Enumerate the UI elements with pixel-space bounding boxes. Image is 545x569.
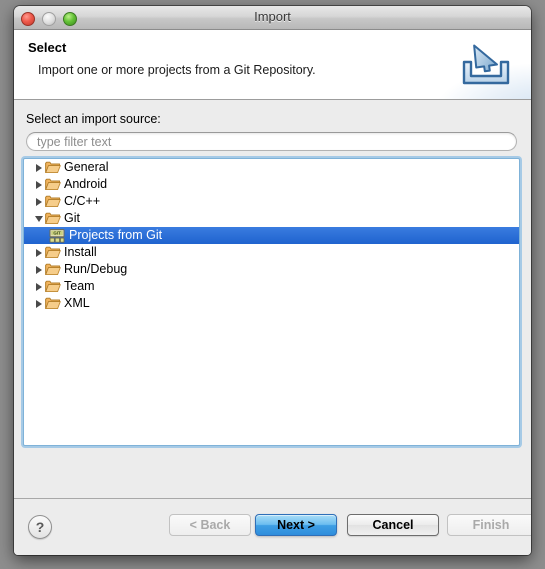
folder-icon [45, 212, 61, 225]
dialog-footer: ? < Back Next > Cancel Finish [14, 498, 531, 555]
chevron-right-icon[interactable] [32, 282, 45, 291]
chevron-right-icon[interactable] [32, 197, 45, 206]
next-button[interactable]: Next > [255, 514, 337, 536]
tree-item[interactable]: XML [24, 295, 519, 312]
tree-item[interactable]: Install [24, 244, 519, 261]
folder-icon [45, 280, 61, 293]
chevron-right-icon[interactable] [32, 180, 45, 189]
tree-item-label: General [64, 160, 109, 174]
window-titlebar: Import [14, 6, 531, 30]
tree-item-label: Git [64, 211, 80, 225]
tree-item-label: Team [64, 279, 95, 293]
folder-icon [45, 178, 61, 191]
cancel-button[interactable]: Cancel [347, 514, 439, 536]
chevron-right-icon[interactable] [32, 299, 45, 308]
tree-item[interactable]: General [24, 159, 519, 176]
git-icon: GIT [49, 228, 65, 243]
back-button[interactable]: < Back [169, 514, 251, 536]
chevron-right-icon[interactable] [32, 265, 45, 274]
tree-item-label: XML [64, 296, 90, 310]
folder-icon [45, 195, 61, 208]
tree-item[interactable]: C/C++ [24, 193, 519, 210]
dialog-content: Select an import source: General Android… [14, 100, 531, 498]
tree-item-label: Run/Debug [64, 262, 128, 276]
chevron-down-icon[interactable] [32, 215, 45, 222]
chevron-right-icon[interactable] [32, 163, 45, 172]
import-source-label: Select an import source: [26, 112, 161, 126]
tree-item[interactable]: Git [24, 210, 519, 227]
help-button[interactable]: ? [28, 515, 52, 539]
tree-item-label: Android [64, 177, 108, 191]
tree-item-label: Projects from Git [69, 228, 163, 242]
svg-text:GIT: GIT [53, 230, 61, 235]
page-description: Import one or more projects from a Git R… [38, 63, 316, 77]
window-title: Import [254, 9, 291, 24]
wizard-header: Select Import one or more projects from … [14, 30, 531, 100]
folder-icon [45, 161, 61, 174]
tree-item[interactable]: Android [24, 176, 519, 193]
import-tray-icon [462, 44, 510, 85]
tree-item[interactable]: Team [24, 278, 519, 295]
import-source-tree[interactable]: General Android C/C++ Git GIT Projects f… [23, 158, 520, 446]
import-dialog-window: Import Select Import one or more project… [14, 6, 531, 555]
finish-button[interactable]: Finish [447, 514, 531, 536]
folder-icon [45, 297, 61, 310]
tree-item-label: Install [64, 245, 97, 259]
page-title: Select [28, 40, 67, 55]
chevron-right-icon[interactable] [32, 248, 45, 257]
tree-item[interactable]: Run/Debug [24, 261, 519, 278]
tree-item-label: C/C++ [64, 194, 101, 208]
folder-icon [45, 263, 61, 276]
folder-icon [45, 246, 61, 259]
tree-item-selected[interactable]: GIT Projects from Git [24, 227, 519, 244]
filter-input[interactable] [26, 132, 517, 151]
